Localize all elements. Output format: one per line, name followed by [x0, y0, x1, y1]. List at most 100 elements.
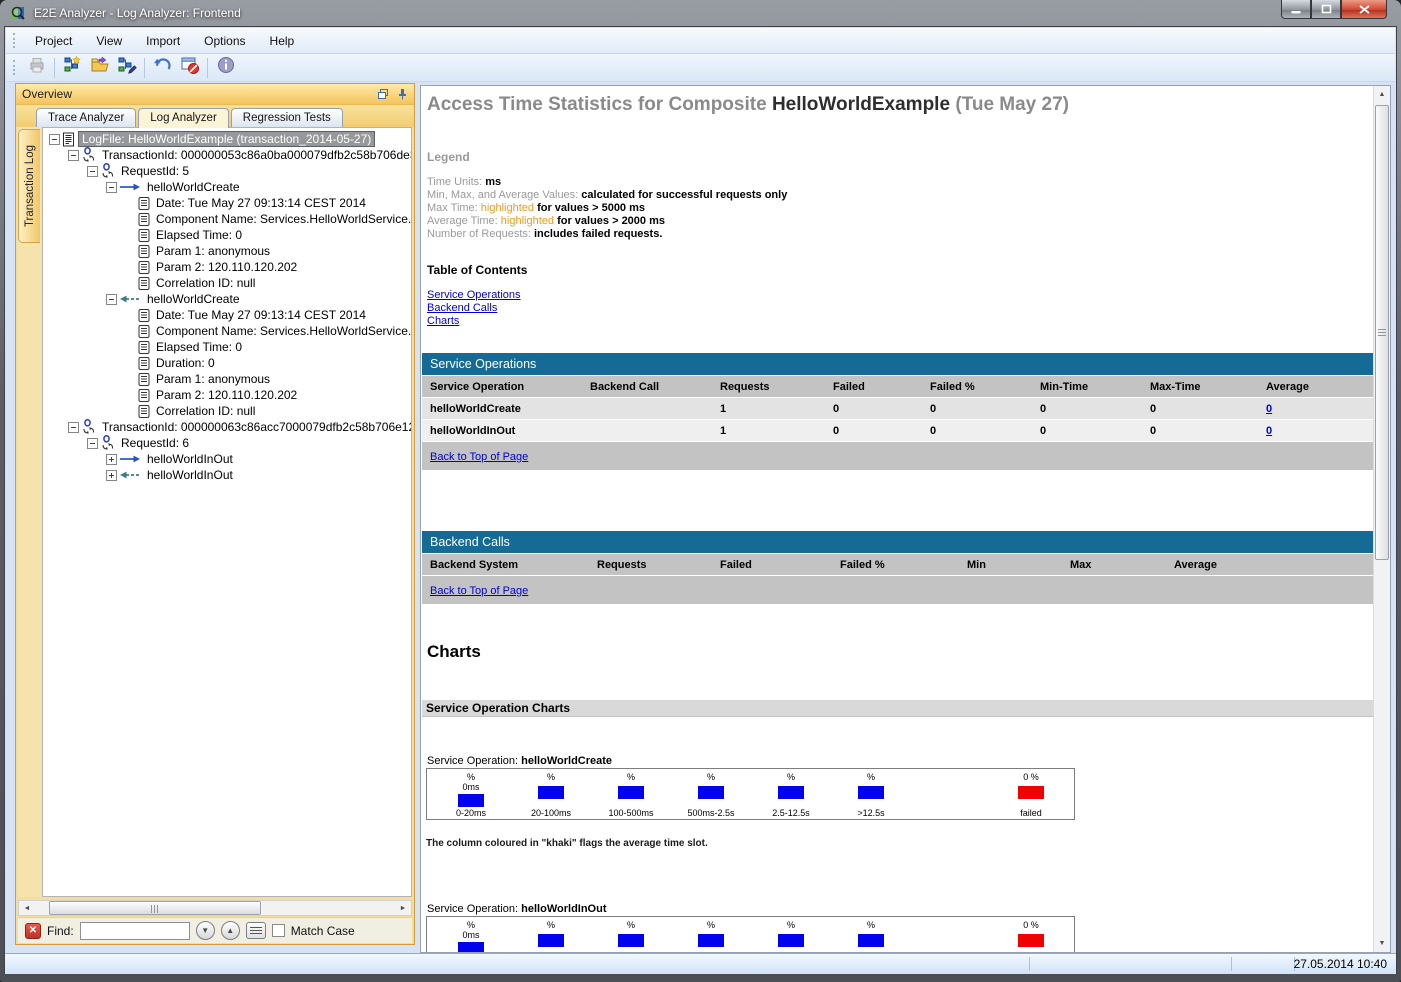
tree-expander-minus[interactable]: [87, 438, 98, 449]
close-button[interactable]: [1341, 0, 1387, 19]
toolbar-edit-model-button[interactable]: [113, 56, 140, 80]
back-to-top-link[interactable]: Back to Top of Page: [430, 585, 528, 597]
tree-row[interactable]: Date: Tue May 27 09:13:14 CEST 2014: [43, 195, 411, 211]
pin-icon[interactable]: [396, 88, 408, 100]
tree-expander-minus[interactable]: [68, 150, 79, 161]
toolbar-print-button[interactable]: [23, 56, 50, 80]
tree-row[interactable]: helloWorldInOut: [43, 467, 411, 483]
tab-transaction-log[interactable]: Transaction Log: [18, 129, 40, 243]
menu-item-import[interactable]: Import: [134, 30, 192, 52]
tree-row-label: Date: Tue May 27 09:13:14 CEST 2014: [153, 308, 369, 322]
menu-item-project[interactable]: Project: [23, 30, 84, 52]
table-cell: 0: [1258, 420, 1373, 441]
scroll-up-icon[interactable]: ▲: [1374, 86, 1390, 103]
toolbar-separator: [54, 58, 55, 78]
bucket-time-note: 0ms: [441, 930, 501, 940]
find-bar: ✕ Find: ▼ ▲ Match Case: [18, 917, 412, 943]
tree-row[interactable]: Param 2: 120.110.120.202: [43, 387, 411, 403]
report-content: Access Time Statistics for Composite Hel…: [421, 86, 1373, 952]
tree-row[interactable]: LogFile: HelloWorldExample (transaction_…: [43, 131, 411, 147]
tree-row[interactable]: Duration: 0: [43, 355, 411, 371]
tab-trace-analyzer[interactable]: Trace Analyzer: [36, 108, 136, 127]
toc-link-backend-calls[interactable]: Backend Calls: [427, 302, 497, 314]
tree-expander-minus[interactable]: [106, 294, 117, 305]
toolbar-close-log-button[interactable]: [176, 56, 203, 80]
tree-expander-minus[interactable]: [106, 182, 117, 193]
find-options-button[interactable]: [246, 922, 266, 939]
legend-line: Time Units: ms: [427, 176, 501, 188]
maximize-button[interactable]: [1311, 0, 1341, 19]
column-header: Service Operation: [422, 376, 582, 397]
report-vertical-scrollbar[interactable]: ▲ ▼: [1373, 86, 1390, 952]
table-cell: 0: [1032, 398, 1142, 419]
tree-row[interactable]: Component Name: Services.HelloWorldServi…: [43, 211, 411, 227]
tree-row[interactable]: RequestId: 6: [43, 435, 411, 451]
tree-row[interactable]: Param 1: anonymous: [43, 371, 411, 387]
legend-highlight: highlighted: [481, 202, 537, 214]
toolbar-info-button[interactable]: [212, 56, 239, 80]
find-input[interactable]: [80, 922, 190, 940]
toolbar-undo-button[interactable]: [149, 56, 176, 80]
tree-horizontal-scrollbar[interactable]: ◄ ►: [18, 900, 412, 916]
tree-row[interactable]: Correlation ID: null: [43, 403, 411, 419]
tree-row[interactable]: RequestId: 5: [43, 163, 411, 179]
back-to-top-link[interactable]: Back to Top of Page: [430, 451, 528, 463]
leaf-icon: [138, 277, 150, 290]
menu-item-options[interactable]: Options: [192, 30, 257, 52]
tree-expander-plus[interactable]: [106, 454, 117, 465]
tree-expander-minus[interactable]: [49, 134, 60, 145]
minimize-button[interactable]: [1281, 0, 1311, 19]
tree-row[interactable]: helloWorldInOut: [43, 451, 411, 467]
title-bar[interactable]: E2E Analyzer - Log Analyzer: Frontend: [0, 0, 1401, 26]
service-operation-charts-heading: Service Operation Charts: [422, 700, 1373, 717]
chart-bucket: 0 %failed: [1001, 917, 1061, 953]
tree-row[interactable]: Elapsed Time: 0: [43, 339, 411, 355]
tree-row[interactable]: helloWorldCreate: [43, 291, 411, 307]
tree-row[interactable]: Param 2: 120.110.120.202: [43, 259, 411, 275]
hscroll-track[interactable]: [35, 901, 395, 915]
toolbar-open-model-button[interactable]: [86, 56, 113, 80]
vscroll-thumb[interactable]: [1375, 105, 1389, 560]
legend-value: calculated for successful requests only: [581, 189, 787, 201]
leaf-icon: [138, 373, 150, 386]
tree-row[interactable]: Date: Tue May 27 09:13:14 CEST 2014: [43, 307, 411, 323]
scroll-right-icon[interactable]: ►: [395, 901, 411, 915]
legend-heading: Legend: [427, 150, 470, 164]
legend-label: Time Units:: [427, 176, 485, 188]
bucket-range-label: failed: [993, 808, 1069, 818]
new-model-icon: [63, 55, 83, 80]
legend-line: Average Time: highlighted for values > 2…: [427, 215, 665, 227]
scroll-left-icon[interactable]: ◄: [19, 901, 35, 915]
tree-row[interactable]: TransactionId: 000000053c86a0ba000079dfb…: [43, 147, 411, 163]
scroll-down-icon[interactable]: ▼: [1374, 935, 1390, 952]
menu-item-help[interactable]: Help: [258, 30, 307, 52]
tree-row[interactable]: Elapsed Time: 0: [43, 227, 411, 243]
tree-expander-minus[interactable]: [87, 166, 98, 177]
tree-row[interactable]: Correlation ID: null: [43, 275, 411, 291]
find-prev-button[interactable]: ▲: [221, 921, 240, 940]
toc-link-service-operations[interactable]: Service Operations: [427, 289, 521, 301]
float-window-icon[interactable]: [377, 88, 389, 100]
toc-link-charts[interactable]: Charts: [427, 315, 459, 327]
find-next-button[interactable]: ▼: [196, 921, 215, 940]
tab-log-analyzer[interactable]: Log Analyzer: [138, 108, 229, 128]
tree-expander-minus[interactable]: [68, 422, 79, 433]
legend-line: Max Time: highlighted for values > 5000 …: [427, 202, 645, 214]
menu-item-view[interactable]: View: [84, 30, 134, 52]
find-close-button[interactable]: ✕: [25, 923, 41, 939]
toolbar-new-model-button[interactable]: [59, 56, 86, 80]
toolbar-drag-handle[interactable]: [13, 60, 16, 75]
match-case-checkbox[interactable]: [272, 924, 285, 937]
average-link[interactable]: 0: [1266, 403, 1272, 415]
tree-row[interactable]: Param 1: anonymous: [43, 243, 411, 259]
tree-row[interactable]: TransactionId: 000000063c86acc7000079dfb…: [43, 419, 411, 435]
tab-regression-tests[interactable]: Regression Tests: [231, 108, 343, 127]
average-link[interactable]: 0: [1266, 425, 1272, 437]
tree-row[interactable]: helloWorldCreate: [43, 179, 411, 195]
hscroll-thumb[interactable]: [49, 901, 261, 915]
toolbar-separator: [144, 58, 145, 78]
menubar-drag-handle[interactable]: [13, 33, 16, 48]
transaction-log-tree: LogFile: HelloWorldExample (transaction_…: [42, 127, 412, 897]
tree-expander-plus[interactable]: [106, 470, 117, 481]
tree-row[interactable]: Component Name: Services.HelloWorldServi…: [43, 323, 411, 339]
